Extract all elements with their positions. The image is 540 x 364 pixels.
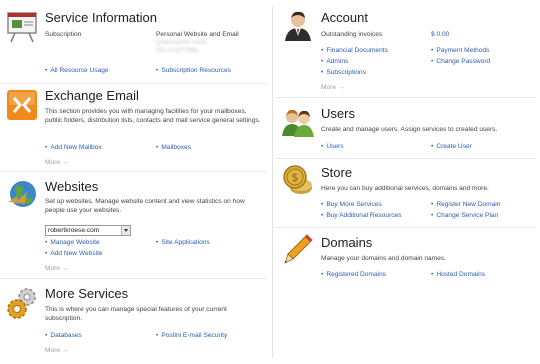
change-password-link[interactable]: • Change Password	[431, 58, 490, 65]
change-service-plan-link[interactable]: • Change Service Plan	[431, 212, 498, 219]
create-user-link[interactable]: • Create User	[431, 143, 472, 150]
subscription-resources-link[interactable]: • Subscription Resources	[156, 67, 231, 74]
buy-more-services-link[interactable]: • Buy More Services	[321, 201, 382, 208]
globe-icon	[8, 181, 36, 207]
link-label: Admins	[326, 58, 349, 65]
register-new-domain-link[interactable]: • Register New Domain	[431, 201, 500, 208]
add-new-mailbox-link[interactable]: • Add New Mailbox	[45, 144, 102, 151]
link-label: Manage Website	[50, 239, 100, 246]
hosted-domains-link[interactable]: • Hosted Domains	[431, 271, 485, 278]
presentation-board-icon	[7, 12, 37, 43]
link-label: Change Service Plan	[436, 212, 499, 219]
mailboxes-link[interactable]: • Mailboxes	[156, 144, 191, 151]
site-applications-link[interactable]: • Site Applications	[156, 239, 210, 246]
more-services-description: This is where you can manage special fea…	[45, 306, 227, 322]
link-label: Payment Methods	[436, 47, 490, 54]
link-label: Hosted Domains	[436, 271, 486, 278]
manage-website-link[interactable]: • Manage Website	[45, 239, 100, 246]
users-icon	[282, 109, 314, 137]
link-label: Postini E-mail Security	[161, 332, 228, 339]
chevron-down-icon[interactable]	[121, 226, 130, 235]
exchange-email-description: This section provides you with managing …	[45, 108, 261, 124]
subscriptions-link[interactable]: • Subscriptions	[321, 69, 366, 76]
websites-title: Websites	[45, 179, 99, 194]
store-description: Here you can buy additional services, do…	[321, 185, 489, 192]
link-label: Site Applications	[161, 239, 210, 246]
column-divider	[272, 6, 273, 358]
exchange-logo-icon	[7, 90, 37, 120]
gears-icon	[7, 288, 36, 319]
users-title: Users	[321, 106, 355, 121]
users-link[interactable]: • Users	[321, 143, 344, 150]
more-services-title: More Services	[45, 286, 129, 301]
subscription-id-blurred: (ID:#1327786)	[156, 47, 199, 54]
link-label: Mailboxes	[161, 144, 191, 151]
outstanding-invoices-value: $ 0.00	[431, 31, 450, 38]
account-more-link[interactable]: More →	[321, 84, 344, 91]
website-select[interactable]: robertkroese.com	[45, 225, 131, 236]
domains-title: Domains	[321, 235, 373, 250]
registered-domains-link[interactable]: • Registered Domains	[321, 271, 386, 278]
link-label: Subscriptions	[326, 69, 366, 76]
link-label: Register New Domain	[436, 201, 501, 208]
databases-link[interactable]: • Databases	[45, 332, 82, 339]
outstanding-invoices-label: Outstanding invoices	[321, 31, 383, 38]
separator	[0, 171, 266, 172]
separator	[276, 227, 536, 228]
link-label: Users	[326, 143, 344, 150]
exchange-more-link[interactable]: More →	[45, 159, 68, 166]
link-label: Change Password	[436, 58, 491, 65]
financial-documents-link[interactable]: • Financial Documents	[321, 47, 388, 54]
separator	[0, 278, 266, 279]
link-label: Registered Domains	[326, 271, 387, 278]
payment-methods-link[interactable]: • Payment Methods	[431, 47, 489, 54]
separator	[276, 97, 536, 98]
businessman-icon	[285, 11, 311, 41]
admins-link[interactable]: • Admins	[321, 58, 348, 65]
link-label: Create User	[436, 143, 472, 150]
postini-email-security-link[interactable]: • Postini E-mail Security	[156, 332, 227, 339]
users-description: Create and manage users. Assign services…	[321, 126, 498, 133]
link-label: Add New Website	[50, 250, 103, 257]
link-label: Financial Documents	[326, 47, 388, 54]
buy-additional-resources-link[interactable]: • Buy Additional Resources	[321, 212, 401, 219]
link-label: Add New Mailbox	[50, 144, 102, 151]
coins-icon: $	[283, 165, 312, 194]
selected-website: robertkroese.com	[48, 227, 100, 234]
pencil-icon	[284, 234, 313, 264]
store-title: Store	[321, 165, 353, 180]
websites-more-link[interactable]: More →	[45, 265, 68, 272]
domains-description: Manage your domains and domain names.	[321, 255, 446, 262]
separator	[276, 158, 536, 159]
link-label: Databases	[50, 332, 82, 339]
more-services-more-link[interactable]: More →	[45, 347, 68, 354]
add-new-website-link[interactable]: • Add New Website	[45, 250, 103, 257]
subscription-domain-blurred: (yllanrworth.com)	[156, 39, 207, 46]
service-info-title: Service Information	[45, 10, 157, 25]
subscription-label: Subscription	[45, 31, 82, 38]
link-label: Buy Additional Resources	[326, 212, 402, 219]
svg-text:$: $	[292, 171, 299, 184]
link-label: Buy More Services	[326, 201, 382, 208]
link-label: Subscription Resources	[161, 67, 231, 74]
exchange-email-title: Exchange Email	[45, 88, 139, 103]
link-label: All Resource Usage	[50, 67, 109, 74]
separator	[0, 83, 266, 84]
all-resource-usage-link[interactable]: • All Resource Usage	[45, 67, 109, 74]
account-title: Account	[321, 10, 368, 25]
websites-description: Set up websites. Manage website content …	[45, 198, 245, 214]
